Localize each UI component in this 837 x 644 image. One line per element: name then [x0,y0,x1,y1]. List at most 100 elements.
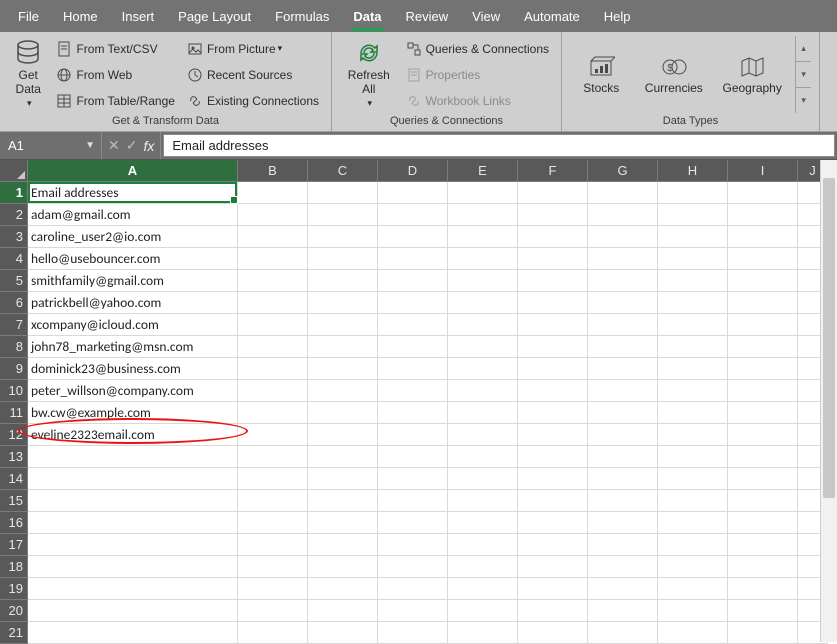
cell-D6[interactable] [378,292,448,314]
row-header-2[interactable]: 2 [0,204,28,226]
row-header-4[interactable]: 4 [0,248,28,270]
row-header-1[interactable]: 1 [0,182,28,204]
cell-E11[interactable] [448,402,518,424]
cell-G1[interactable] [588,182,658,204]
datatypes-prev-button[interactable]: ▴ [796,36,811,61]
cell-A18[interactable] [28,556,238,578]
cell-B10[interactable] [238,380,308,402]
existing-connections-button[interactable]: Existing Connections [183,89,323,113]
cell-D16[interactable] [378,512,448,534]
currencies-button[interactable]: $ Currencies [639,55,709,95]
cell-B12[interactable] [238,424,308,446]
row-header-15[interactable]: 15 [0,490,28,512]
cell-F18[interactable] [518,556,588,578]
cell-E2[interactable] [448,204,518,226]
row-header-18[interactable]: 18 [0,556,28,578]
column-header-C[interactable]: C [308,160,378,182]
cell-C5[interactable] [308,270,378,292]
cell-G5[interactable] [588,270,658,292]
cell-E4[interactable] [448,248,518,270]
cell-D17[interactable] [378,534,448,556]
cell-G2[interactable] [588,204,658,226]
cell-E13[interactable] [448,446,518,468]
cell-D8[interactable] [378,336,448,358]
geography-button[interactable]: Geography [715,55,789,95]
cell-D2[interactable] [378,204,448,226]
cell-F8[interactable] [518,336,588,358]
cell-G17[interactable] [588,534,658,556]
row-header-10[interactable]: 10 [0,380,28,402]
cell-H1[interactable] [658,182,728,204]
cell-H6[interactable] [658,292,728,314]
cell-I6[interactable] [728,292,798,314]
cell-F5[interactable] [518,270,588,292]
cell-B6[interactable] [238,292,308,314]
select-all-button[interactable] [0,160,28,182]
cell-H15[interactable] [658,490,728,512]
chevron-down-icon[interactable]: ▼ [85,140,95,151]
cell-H7[interactable] [658,314,728,336]
cell-C11[interactable] [308,402,378,424]
cell-A16[interactable] [28,512,238,534]
cell-C4[interactable] [308,248,378,270]
column-header-D[interactable]: D [378,160,448,182]
cell-E8[interactable] [448,336,518,358]
cell-E18[interactable] [448,556,518,578]
cell-H20[interactable] [658,600,728,622]
cell-C6[interactable] [308,292,378,314]
from-web-button[interactable]: From Web [52,63,179,87]
cell-A20[interactable] [28,600,238,622]
row-header-5[interactable]: 5 [0,270,28,292]
cell-I9[interactable] [728,358,798,380]
cell-H3[interactable] [658,226,728,248]
cell-E7[interactable] [448,314,518,336]
cell-D19[interactable] [378,578,448,600]
cell-G19[interactable] [588,578,658,600]
cell-C19[interactable] [308,578,378,600]
cell-G4[interactable] [588,248,658,270]
row-header-20[interactable]: 20 [0,600,28,622]
cell-D3[interactable] [378,226,448,248]
cell-G9[interactable] [588,358,658,380]
cell-A19[interactable] [28,578,238,600]
row-header-6[interactable]: 6 [0,292,28,314]
refresh-all-button[interactable]: Refresh All▾ [340,36,398,113]
cell-B20[interactable] [238,600,308,622]
cell-I19[interactable] [728,578,798,600]
cell-I2[interactable] [728,204,798,226]
cell-E12[interactable] [448,424,518,446]
cell-D14[interactable] [378,468,448,490]
cell-C21[interactable] [308,622,378,644]
from-table-range-button[interactable]: From Table/Range [52,89,179,113]
row-header-12[interactable]: 12 [0,424,28,446]
cell-G14[interactable] [588,468,658,490]
get-data-button[interactable]: Get Data▾ [8,36,48,113]
datatypes-more-button[interactable]: ▾ [796,87,811,113]
row-header-19[interactable]: 19 [0,578,28,600]
datatypes-next-button[interactable]: ▾ [796,61,811,87]
cell-I14[interactable] [728,468,798,490]
cell-G21[interactable] [588,622,658,644]
cell-G16[interactable] [588,512,658,534]
cell-F19[interactable] [518,578,588,600]
cell-I7[interactable] [728,314,798,336]
tab-view[interactable]: View [460,0,512,32]
cell-H13[interactable] [658,446,728,468]
cell-A14[interactable] [28,468,238,490]
cell-E16[interactable] [448,512,518,534]
cell-G12[interactable] [588,424,658,446]
cell-H10[interactable] [658,380,728,402]
tab-file[interactable]: File [6,0,51,32]
cell-G13[interactable] [588,446,658,468]
cell-C16[interactable] [308,512,378,534]
cells-area[interactable]: Email addressesadam@gmail.comcaroline_us… [28,182,828,644]
cell-G11[interactable] [588,402,658,424]
column-header-E[interactable]: E [448,160,518,182]
cell-G6[interactable] [588,292,658,314]
cell-A3[interactable]: caroline_user2@io.com [28,226,238,248]
cell-H14[interactable] [658,468,728,490]
cell-B16[interactable] [238,512,308,534]
cell-H18[interactable] [658,556,728,578]
cell-B7[interactable] [238,314,308,336]
cell-I5[interactable] [728,270,798,292]
